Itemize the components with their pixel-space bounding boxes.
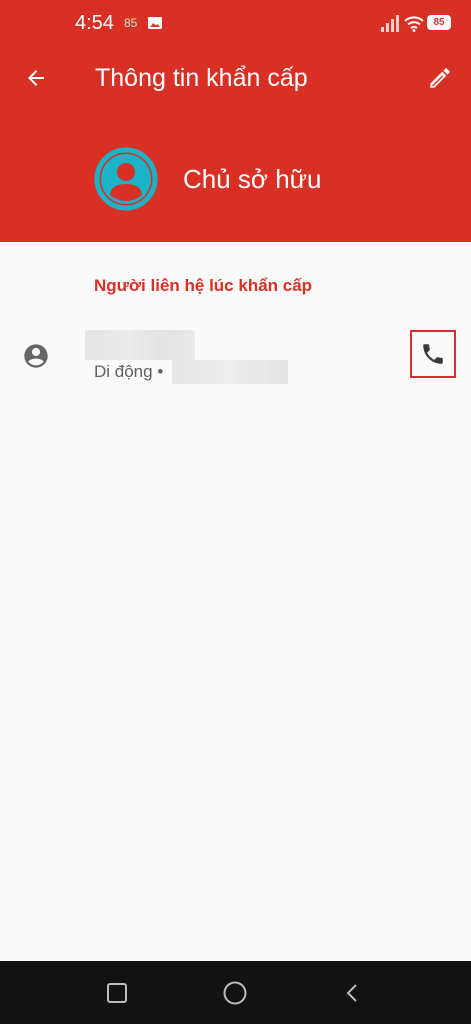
- chevron-back-icon: [346, 984, 357, 1002]
- contact-name-redacted: [85, 330, 195, 360]
- section-title: Người liên hệ lúc khẩn cấp: [94, 276, 313, 295]
- circle-home-icon: [223, 981, 247, 1005]
- call-button[interactable]: [410, 330, 456, 378]
- account-circle-icon: [94, 147, 158, 211]
- owner-name: Chủ sở hữu: [183, 164, 322, 194]
- navigation-bar: [0, 961, 471, 1024]
- back-button[interactable]: [18, 60, 54, 96]
- notification-badge: 85: [124, 16, 138, 30]
- status-time: 4:54: [75, 12, 114, 34]
- contact-phone-type: Di động •: [94, 362, 164, 381]
- status-bar: 4:54 85 85: [0, 0, 471, 44]
- app-header: Thông tin khẩn cấp Chủ sở hữu: [0, 44, 471, 242]
- edit-button[interactable]: [422, 60, 458, 96]
- page-title: Thông tin khẩn cấp: [95, 64, 308, 92]
- contact-phone-redacted: [172, 360, 288, 384]
- arrow-back-icon: [28, 70, 44, 86]
- recents-button[interactable]: [101, 977, 133, 1009]
- pencil-icon: [430, 68, 450, 88]
- battery-icon: 85: [427, 15, 451, 30]
- wifi-icon: [404, 16, 424, 32]
- square-recents-icon: [107, 983, 127, 1003]
- nav-back-button[interactable]: [337, 977, 369, 1009]
- phone-icon: [423, 344, 443, 364]
- account-circle-outline-icon: [24, 344, 48, 368]
- signal-icon: [381, 15, 399, 32]
- image-icon: [148, 17, 162, 29]
- home-button[interactable]: [219, 977, 251, 1009]
- emergency-contact-item[interactable]: Di động •: [0, 322, 471, 392]
